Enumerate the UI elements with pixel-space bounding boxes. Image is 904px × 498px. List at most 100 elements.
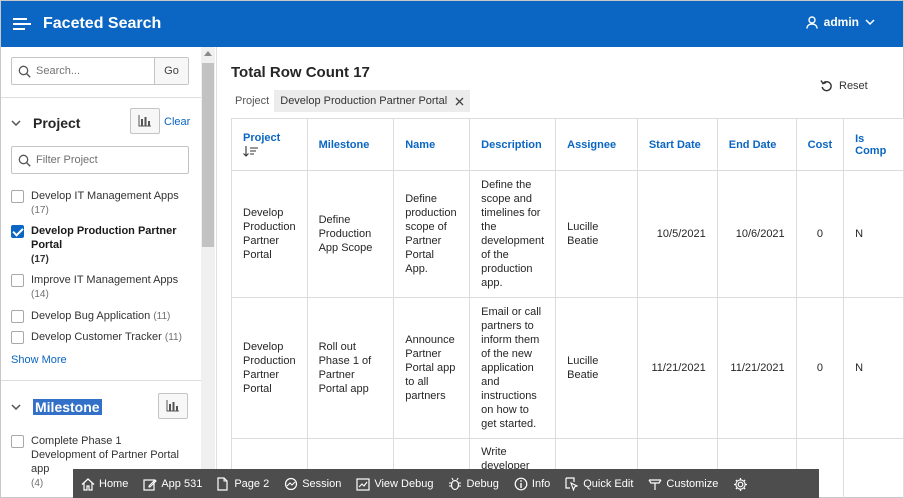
- cell-project: Develop Production Partner Portal: [231, 170, 308, 298]
- cell-assignee: Lucille Beatie: [555, 297, 638, 439]
- search-box: Go: [11, 57, 189, 85]
- column-header-is-complete[interactable]: Is Comp: [843, 118, 904, 171]
- option-count: (14): [31, 289, 49, 300]
- cell-description: Define the scope and timelines for the d…: [469, 170, 557, 298]
- dev-quick-edit-button[interactable]: Quick Edit: [565, 477, 633, 491]
- dev-view-debug-button[interactable]: View Debug: [356, 477, 433, 491]
- chevron-down-icon[interactable]: [11, 404, 27, 410]
- filter-project-input[interactable]: Filter Project: [11, 146, 189, 174]
- dev-customize-label: Customize: [666, 478, 719, 490]
- edit-icon: [143, 478, 158, 491]
- checkbox[interactable]: [11, 190, 24, 203]
- search-icon: [12, 58, 36, 84]
- bar-chart-icon: [166, 400, 179, 412]
- dev-customize-button[interactable]: Customize: [648, 477, 718, 491]
- option-count: (17): [31, 205, 49, 216]
- cell-cost: 0: [795, 297, 845, 439]
- dev-app-button[interactable]: App 531: [143, 478, 202, 491]
- checkbox[interactable]: [11, 274, 24, 287]
- project-chart-button[interactable]: [130, 108, 160, 134]
- project-option[interactable]: Develop Customer Tracker (11): [11, 330, 191, 345]
- column-header-start-date[interactable]: Start Date: [636, 118, 718, 171]
- column-header-project[interactable]: Project: [231, 118, 308, 171]
- option-label: Develop Customer Tracker: [31, 331, 162, 343]
- close-icon[interactable]: [455, 97, 464, 106]
- divider: [1, 380, 201, 381]
- column-header-end-date[interactable]: End Date: [716, 118, 797, 171]
- page-edit-icon: [217, 477, 230, 491]
- total-row-count: Total Row Count 17: [231, 64, 370, 81]
- cell-is-complete: N: [843, 297, 904, 439]
- cell-end-date: 10/6/2021: [716, 170, 797, 298]
- table-row: Develop Production Partner Portal Roll o…: [231, 297, 904, 439]
- project-facet-title: Project: [33, 115, 81, 131]
- dev-session-button[interactable]: Session: [284, 477, 341, 491]
- dev-info-label: Info: [531, 478, 551, 490]
- divider: [1, 97, 201, 98]
- option-label: Develop Production Partner Portal: [31, 225, 177, 251]
- reset-button[interactable]: Reset: [820, 79, 868, 92]
- option-count: (11): [153, 311, 171, 322]
- developer-toolbar: Home App 531 Page 2 Session View Debug D…: [73, 469, 819, 498]
- user-menu[interactable]: admin: [805, 15, 875, 29]
- project-clear-link[interactable]: Clear: [164, 116, 190, 128]
- project-option[interactable]: Improve IT Management Apps (14): [11, 273, 191, 302]
- cell-milestone: Roll out Phase 1 of Partner Portal app: [306, 297, 395, 439]
- reset-label: Reset: [839, 79, 868, 92]
- cell-description: Email or call partners to inform them of…: [469, 297, 557, 439]
- cell-assignee: Lucille Beatie: [555, 170, 638, 298]
- column-header-cost[interactable]: Cost: [795, 118, 845, 171]
- option-label: Develop IT Management Apps: [31, 190, 179, 202]
- table-row: Develop Production Partner Portal Define…: [231, 170, 904, 298]
- cell-start-date: 11/21/2021: [636, 297, 718, 439]
- project-option[interactable]: Develop Production Partner Portal (17): [11, 224, 191, 267]
- sidebar-scroll-thumb[interactable]: [202, 63, 214, 247]
- active-filter-chip[interactable]: Develop Production Partner Portal: [274, 90, 471, 112]
- cell-name: Define production scope of Partner Porta…: [393, 170, 471, 298]
- dev-info-button[interactable]: Info: [514, 477, 550, 491]
- user-name: admin: [823, 15, 859, 29]
- milestone-chart-button[interactable]: [158, 393, 188, 419]
- session-icon: [284, 477, 298, 491]
- dev-session-label: Session: [302, 478, 342, 490]
- chevron-down-icon: [865, 19, 875, 25]
- app-title[interactable]: Faceted Search: [43, 15, 161, 33]
- dev-debug-label: Debug: [466, 478, 499, 490]
- dev-home-button[interactable]: Home: [81, 477, 128, 491]
- quick-edit-icon: [565, 477, 579, 491]
- customize-icon: [648, 477, 662, 491]
- bug-icon: [448, 477, 462, 491]
- chevron-down-icon[interactable]: [11, 120, 27, 126]
- results-region: Total Row Count 17 Reset Project Develop…: [218, 47, 904, 498]
- search-input[interactable]: [36, 58, 154, 84]
- option-count: (4): [31, 478, 44, 489]
- checkbox[interactable]: [11, 331, 24, 344]
- checkbox[interactable]: [11, 435, 24, 448]
- dev-page-button[interactable]: Page 2: [217, 477, 269, 491]
- undo-icon: [820, 80, 832, 92]
- cell-project: Develop Production Partner Portal: [231, 297, 308, 439]
- active-filter-value: Develop Production Partner Portal: [280, 95, 448, 107]
- go-button[interactable]: Go: [154, 58, 188, 84]
- project-option[interactable]: Develop IT Management Apps (17): [11, 189, 191, 218]
- filter-placeholder: Filter Project: [36, 154, 98, 166]
- app-header: Faceted Search admin: [1, 1, 903, 47]
- dev-quick-edit-label: Quick Edit: [583, 478, 634, 490]
- checkbox-checked[interactable]: [11, 225, 24, 238]
- dev-settings-button[interactable]: [733, 477, 752, 492]
- active-filter-label: Project: [235, 95, 270, 107]
- checkbox[interactable]: [11, 310, 24, 323]
- dev-debug-button[interactable]: Debug: [448, 477, 499, 491]
- column-header-milestone[interactable]: Milestone: [306, 118, 395, 171]
- column-header-description[interactable]: Description: [469, 118, 557, 171]
- hamburger-icon[interactable]: [13, 16, 33, 32]
- user-icon: [805, 15, 818, 29]
- cell-is-complete: N: [843, 170, 904, 298]
- facets-sidebar: Go Project Clear Filter Project Develop …: [1, 47, 217, 498]
- project-option[interactable]: Develop Bug Application (11): [11, 309, 191, 324]
- column-header-name[interactable]: Name: [393, 118, 471, 171]
- bar-chart-icon: [138, 115, 151, 127]
- scroll-up-arrow-icon[interactable]: [204, 51, 212, 56]
- column-header-assignee[interactable]: Assignee: [555, 118, 638, 171]
- show-more-link[interactable]: Show More: [11, 354, 67, 366]
